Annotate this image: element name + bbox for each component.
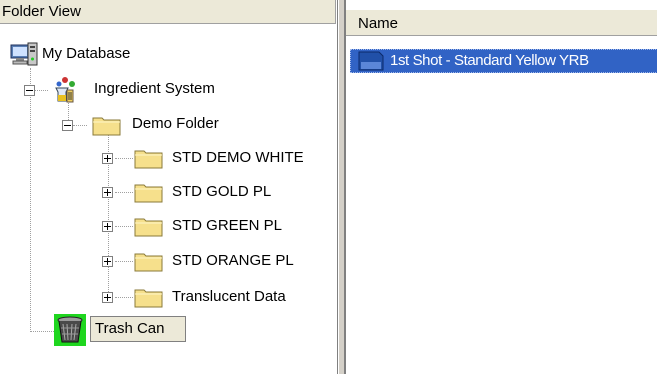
folder-icon bbox=[134, 180, 164, 208]
trash-can-label-box[interactable]: Trash Can bbox=[90, 316, 186, 342]
database-computer-icon bbox=[10, 42, 38, 72]
folder-icon bbox=[92, 113, 122, 141]
pane-splitter[interactable] bbox=[338, 0, 345, 374]
folder-icon bbox=[134, 249, 164, 277]
tree-label: Ingredient System bbox=[94, 80, 215, 97]
tree-label: STD ORANGE PL bbox=[172, 252, 294, 269]
tree-label: Translucent Data bbox=[172, 288, 286, 305]
tree-line bbox=[115, 158, 133, 159]
sample-file-icon bbox=[356, 50, 386, 76]
expand-icon[interactable] bbox=[102, 187, 113, 198]
collapse-icon[interactable] bbox=[24, 85, 35, 96]
list-view-pane: Name 1st Shot - Standard Yellow YRB bbox=[345, 0, 657, 374]
folder-view-pane: Folder View My Database Ingredient Syste… bbox=[0, 0, 338, 374]
collapse-icon[interactable] bbox=[62, 120, 73, 131]
tree-line bbox=[115, 226, 133, 227]
expand-icon[interactable] bbox=[102, 153, 113, 164]
tree-line bbox=[115, 261, 133, 262]
tree-label: Demo Folder bbox=[132, 115, 219, 132]
tree-line bbox=[115, 297, 133, 298]
expand-icon[interactable] bbox=[102, 292, 113, 303]
list-item[interactable]: 1st Shot - Standard Yellow YRB bbox=[350, 49, 657, 73]
folder-view-title: Folder View bbox=[2, 3, 81, 20]
name-column-label: Name bbox=[358, 15, 399, 32]
name-column-header[interactable]: Name bbox=[346, 9, 657, 36]
expand-icon[interactable] bbox=[102, 256, 113, 267]
folder-icon bbox=[134, 285, 164, 313]
list-item-label: 1st Shot - Standard Yellow YRB bbox=[390, 52, 589, 69]
trash-can-icon bbox=[54, 314, 86, 350]
tree-label: My Database bbox=[42, 45, 131, 62]
folder-view-header[interactable]: Folder View bbox=[0, 0, 336, 24]
tree-label: STD GREEN PL bbox=[172, 217, 283, 234]
folder-icon bbox=[134, 146, 164, 174]
tree-line bbox=[115, 192, 133, 193]
folder-icon bbox=[134, 214, 164, 242]
tree-label: STD DEMO WHITE bbox=[172, 149, 304, 166]
flask-molecule-icon bbox=[48, 76, 78, 108]
tree-line bbox=[73, 125, 87, 126]
tree-label: Trash Can bbox=[95, 320, 165, 337]
tree-line bbox=[30, 68, 31, 332]
expand-icon[interactable] bbox=[102, 221, 113, 232]
tree-label: STD GOLD PL bbox=[172, 183, 272, 200]
tree-line bbox=[30, 331, 54, 332]
